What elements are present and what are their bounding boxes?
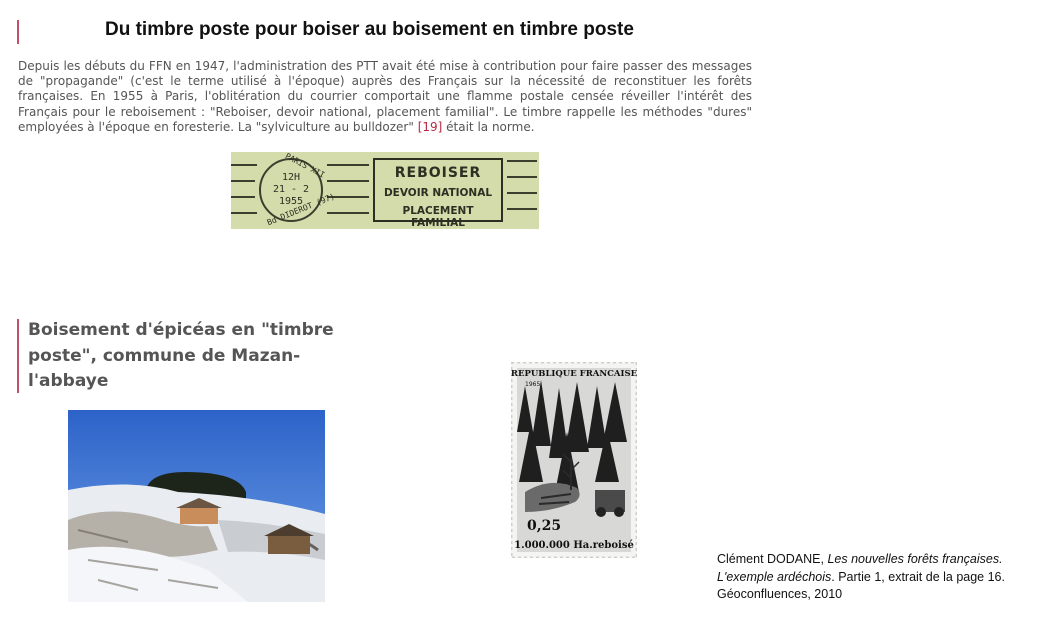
intro-text: Depuis les débuts du FFN en 1947, l'admi… xyxy=(18,59,752,134)
section-title: Boisement d'épicéas en "timbre poste", c… xyxy=(28,320,334,391)
stamp-year: 1965 xyxy=(525,381,540,388)
caption-author: Clément DODANE, xyxy=(717,552,828,566)
caption-details: . Partie 1, extrait de la page 16. xyxy=(831,569,1005,584)
source-caption: Clément DODANE, Les nouvelles forêts fra… xyxy=(717,551,1037,604)
postmark-date: 21 - 2 xyxy=(272,184,310,195)
flame-line-2: DEVOIR NATIONAL xyxy=(383,187,493,199)
forest-stamp: REPUBLIQUE FRANCAISE 1965 0,25 1.000.000… xyxy=(509,360,639,560)
postmark-wave-line xyxy=(327,212,369,214)
cancellation-circle: PARIS XII 12H 21 - 2 1955 Bd DIDEROT (97… xyxy=(259,151,336,227)
postmark-time: 12H xyxy=(281,172,301,183)
intro-end-text: était la norme. xyxy=(442,119,535,134)
postmark-wave-line xyxy=(231,196,255,198)
postmark-wave-line xyxy=(507,208,537,210)
landscape-photo xyxy=(68,410,325,602)
postmark-wave-line xyxy=(507,160,537,162)
flame-line-1: REBOISER xyxy=(394,165,482,181)
postmark-image: PARIS XII 12H 21 - 2 1955 Bd DIDEROT (97… xyxy=(231,151,539,229)
stamp-caption: 1.000.000 Ha.reboisé xyxy=(514,540,634,551)
postmark-wave-line xyxy=(327,180,369,182)
spruce-hill-photo xyxy=(68,410,325,602)
postmark-wave-line xyxy=(327,164,369,166)
postmark-wave-line xyxy=(231,180,255,182)
postmark-wave-line xyxy=(507,192,537,194)
section-accent-bar xyxy=(17,319,19,393)
intro-paragraph: Depuis les débuts du FFN en 1947, l'admi… xyxy=(18,59,752,135)
page-title: Du timbre poste pour boiser au boisement… xyxy=(105,19,634,40)
caption-publisher: Géoconfluences, 2010 xyxy=(717,587,843,601)
postmark-wave-line xyxy=(231,164,257,166)
stamp-value: 0,25 xyxy=(527,518,561,534)
stamp-country: REPUBLIQUE FRANCAISE xyxy=(511,369,637,379)
flame-slogan-box: REBOISER DEVOIR NATIONAL PLACEMENT FAMIL… xyxy=(373,158,503,229)
postmark-wave-line xyxy=(507,176,537,178)
stamp-illustration: REPUBLIQUE FRANCAISE 1965 0,25 1.000.000… xyxy=(509,360,639,560)
footnote-link[interactable]: [19] xyxy=(418,120,443,134)
flame-line-3: PLACEMENT FAMILIAL xyxy=(402,205,474,229)
title-accent-bar xyxy=(17,20,19,44)
postmark-wave-line xyxy=(231,212,257,214)
